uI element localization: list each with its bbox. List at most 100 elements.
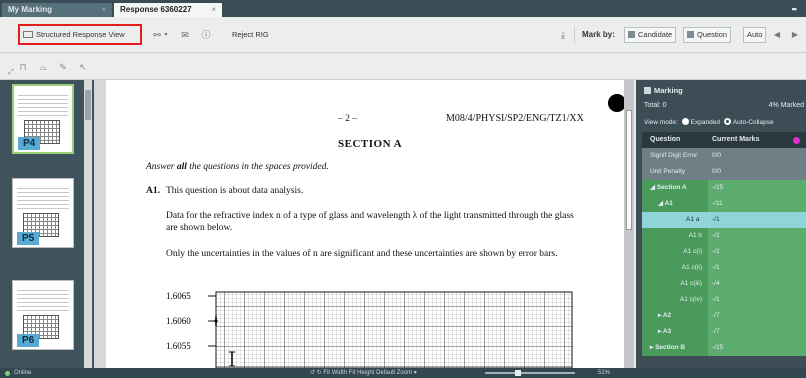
rotate-left-icon[interactable]: ↺ [310, 370, 315, 376]
pen-icon[interactable]: ✎ [56, 60, 70, 74]
rotate-right-icon[interactable]: ↻ [317, 370, 322, 376]
table-row[interactable]: A1 c(ii) -/1 [642, 260, 806, 276]
table-row[interactable]: ▸ A3 -/7 [642, 324, 806, 340]
table-header: Question Current Marks [642, 132, 806, 148]
row-marks: -/4 [708, 276, 806, 292]
candidate-button[interactable]: Candidate [624, 27, 677, 43]
total-marks: Total: 0 [644, 102, 667, 109]
table-row[interactable]: A1 c(iii) -/4 [642, 276, 806, 292]
document-viewer: – 2 – M08/4/PHYSI/SP2/ENG/TZ1/XX SECTION… [94, 80, 634, 368]
online-status: Online [14, 370, 32, 376]
table-row[interactable]: A1 c(i) -/2 [642, 244, 806, 260]
expanded-radio[interactable] [681, 118, 689, 125]
row-question: ◢ Section A [642, 180, 708, 196]
page-label: P5 [17, 232, 40, 245]
table-row[interactable]: ◢ A1 -/11 [642, 196, 806, 212]
panel-title-label: Marking [654, 86, 683, 95]
table-row[interactable]: Unit Penalty 0/0 [642, 164, 806, 180]
mark-by-label: Mark by: [582, 30, 615, 39]
zoom-slider-handle[interactable] [515, 370, 521, 376]
table-row-selected[interactable]: A1 a -/1 [642, 212, 806, 228]
instruction-post: the questions in the spaces provided. [189, 162, 329, 172]
highlight-icon[interactable]: ⌓ [36, 60, 50, 74]
table-row[interactable]: A1 b -/2 [642, 228, 806, 244]
row-question: ▸ Section B [642, 340, 708, 356]
page-label: P6 [17, 334, 40, 347]
download-icon[interactable]: ⤓ [556, 28, 570, 42]
response-page[interactable]: – 2 – M08/4/PHYSI/SP2/ENG/TZ1/XX SECTION… [106, 80, 626, 368]
grid-menu-icon[interactable]: ▪▪ [792, 4, 797, 14]
online-status-icon [5, 371, 10, 376]
question-button[interactable]: Question [683, 27, 732, 43]
thumbnail-text [17, 287, 69, 313]
data-graph: 1.6065 1.6060 1.6055 [166, 291, 573, 368]
row-question: A1 c(i) [642, 244, 708, 260]
reject-rig-button[interactable]: Reject RIG [232, 26, 272, 44]
row-question-label: A2 [662, 312, 672, 319]
row-marks: 0/0 [708, 148, 806, 164]
row-question: Signif Digit Error [642, 148, 708, 164]
paper-reference: M08/4/PHYSI/SP2/ENG/TZ1/XX [446, 113, 584, 124]
candidate-label: Candidate [638, 30, 673, 39]
row-question: ◢ A1 [642, 196, 708, 212]
table-row[interactable]: ▸ Section B -/25 [642, 340, 806, 356]
tab-my-marking[interactable]: My Marking × [2, 3, 112, 17]
row-question: ▸ A3 [642, 324, 708, 340]
row-marks: -/1 [708, 212, 806, 228]
thumbnail-page[interactable]: P6 [12, 280, 74, 350]
auto-collapse-radio[interactable] [723, 118, 731, 125]
table-row[interactable]: ▸ A2 -/7 [642, 308, 806, 324]
row-question-label: Section B [655, 344, 686, 351]
row-marks: -/11 [708, 196, 806, 212]
document-scrollbar[interactable] [624, 80, 634, 368]
structured-response-view-button[interactable]: Structured Response View [18, 24, 142, 45]
scrollbar-thumb[interactable] [85, 90, 91, 120]
row-marks: -/1 [708, 260, 806, 276]
auto-button[interactable]: Auto [743, 27, 767, 43]
row-question-label: Section A [656, 184, 687, 191]
structured-view-label: Structured Response View [36, 30, 125, 39]
instruction-text: Answer all the questions in the spaces p… [146, 162, 329, 172]
row-marks: -/2 [708, 228, 806, 244]
graph-grid [215, 291, 573, 368]
marking-app: My Marking × Response 6360227 × ▪▪ Struc… [0, 0, 806, 378]
data-point [214, 319, 218, 323]
thumbnail-scrollbar[interactable] [84, 80, 92, 368]
panel-title: Marking [644, 86, 683, 95]
table-row[interactable]: ◢ Section A -/25 [642, 180, 806, 196]
thumbnail-page[interactable]: P5 [12, 178, 74, 248]
scrollbar-thumb[interactable] [626, 110, 632, 230]
row-question: A1 c(ii) [642, 260, 708, 276]
section-heading: SECTION A [338, 138, 403, 150]
chevron-down-icon[interactable]: ▾ [162, 28, 170, 42]
indicator-dot [793, 137, 800, 144]
list-view-icon [23, 31, 33, 38]
tab-label: My Marking [8, 5, 53, 14]
zoom-options[interactable]: Fit Width Fit Height Default Zoom ▾ [323, 370, 416, 376]
previous-arrow-icon[interactable]: ◀ [770, 27, 784, 43]
column-header-question: Question [642, 132, 708, 148]
zoom-controls: ↺ ↻ Fit Width Fit Height Default Zoom ▾ [310, 368, 417, 378]
close-icon[interactable]: × [101, 3, 106, 17]
info-icon[interactable]: ⓘ [199, 28, 213, 42]
auto-collapse-label: Auto-Collapse [732, 119, 774, 126]
pointer-icon[interactable]: ↖ [76, 60, 90, 74]
close-icon[interactable]: × [211, 3, 216, 17]
tab-response[interactable]: Response 6360227 × [114, 3, 222, 17]
page-label: P4 [18, 137, 41, 150]
next-arrow-icon[interactable]: ▶ [788, 27, 802, 43]
mail-icon[interactable]: ✉ [178, 28, 192, 42]
page-number: – 2 – [338, 114, 357, 124]
table-row[interactable]: A1 c(iv) -/1 [642, 292, 806, 308]
column-header-marks: Current Marks [708, 132, 806, 148]
y-tick-label: 1.6055 [166, 341, 191, 351]
table-row[interactable]: Signif Digit Error 0/0 [642, 148, 806, 164]
question-text: This question is about data analysis. [166, 186, 304, 196]
percent-marked: 4% Marked [768, 102, 804, 109]
toolbar: Structured Response View ⚯ ▾ ✉ ⓘ Reject … [0, 17, 806, 53]
stamp-icon[interactable]: ⊓ [16, 60, 30, 74]
thumbnail-page[interactable]: P4 [12, 84, 74, 154]
view-mode-label: View mode: [644, 119, 678, 126]
row-question: ▸ A2 [642, 308, 708, 324]
zoom-slider[interactable] [485, 372, 575, 374]
